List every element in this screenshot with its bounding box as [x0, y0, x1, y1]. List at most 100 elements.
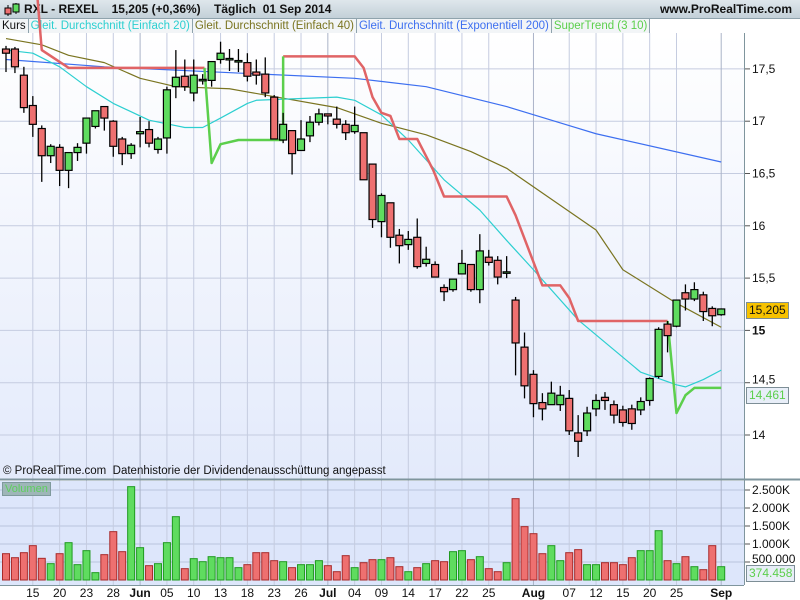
volume-bar[interactable] — [252, 552, 261, 581]
candle-body — [180, 75, 189, 88]
volume-bar[interactable] — [225, 557, 234, 581]
volume-bar[interactable] — [672, 563, 681, 581]
volume-bar[interactable] — [189, 558, 198, 581]
volume-label[interactable]: Volumen — [2, 482, 51, 496]
candle[interactable] — [368, 163, 377, 228]
volume-bar[interactable] — [323, 565, 332, 581]
volume-bar[interactable] — [279, 561, 288, 581]
candle[interactable] — [654, 327, 663, 379]
volume-bar[interactable] — [636, 550, 645, 581]
volume-bar[interactable] — [413, 567, 422, 581]
volume-bar[interactable] — [2, 553, 10, 581]
volume-bar[interactable] — [520, 526, 529, 581]
volume-bar[interactable] — [645, 550, 654, 581]
volume-bar[interactable] — [538, 553, 547, 581]
volume-bar[interactable] — [493, 571, 502, 581]
volume-bar[interactable] — [82, 550, 91, 581]
volume-bar[interactable] — [663, 560, 672, 581]
volume-bar[interactable] — [341, 555, 350, 581]
volume-bar[interactable] — [10, 557, 19, 581]
volume-bar[interactable] — [100, 554, 109, 581]
volume-bar[interactable] — [127, 486, 136, 581]
volume-bar[interactable] — [440, 561, 449, 581]
volume-bar[interactable] — [314, 560, 323, 581]
volume-bar[interactable] — [431, 560, 440, 581]
volume-bar[interactable] — [332, 571, 341, 581]
volume-bar[interactable] — [466, 559, 475, 581]
volume-bar[interactable] — [475, 556, 484, 581]
volume-bar[interactable] — [234, 567, 243, 581]
volume-bar[interactable] — [19, 552, 28, 581]
volume-bar[interactable] — [198, 561, 207, 581]
volume-bar[interactable] — [153, 563, 162, 581]
volume-bar[interactable] — [46, 563, 55, 581]
candle-body — [717, 308, 726, 316]
volume-bar[interactable] — [288, 567, 297, 581]
volume-bar[interactable] — [91, 572, 100, 581]
volume-bar[interactable] — [681, 556, 690, 581]
volume-bar[interactable] — [270, 560, 279, 581]
volume-bar[interactable] — [386, 557, 395, 581]
volume-bar[interactable] — [717, 566, 726, 581]
candle-body — [627, 408, 636, 425]
volume-bar[interactable] — [368, 559, 377, 581]
volume-bar[interactable] — [395, 566, 404, 581]
candle[interactable] — [717, 308, 726, 316]
candle-body — [91, 110, 100, 128]
volume-bar[interactable] — [305, 564, 314, 581]
volume-bar[interactable] — [359, 562, 368, 581]
candle[interactable] — [466, 263, 475, 292]
volume-bar[interactable] — [627, 557, 636, 581]
volume-bar[interactable] — [55, 553, 64, 581]
volume-bar[interactable] — [145, 565, 154, 581]
candle[interactable] — [270, 95, 279, 140]
price-chart[interactable]: 17,5 17 16,5 16 15,5 15 14,5 14 2.500K 2.000K 1.50… — [0, 0, 800, 600]
volume-bar[interactable] — [609, 562, 618, 581]
volume-bar[interactable] — [243, 564, 252, 581]
date-axis-label: 23 — [80, 586, 94, 600]
candle[interactable] — [672, 299, 681, 328]
volume-bar[interactable] — [654, 530, 663, 581]
candle-body — [55, 146, 64, 171]
volume-bar[interactable] — [708, 545, 717, 581]
volume-bar[interactable] — [699, 569, 708, 581]
volume-bar[interactable] — [162, 542, 171, 581]
volume-bar[interactable] — [600, 562, 609, 581]
candle[interactable] — [359, 132, 368, 181]
volume-bar[interactable] — [690, 566, 699, 581]
volume-bar[interactable] — [261, 552, 270, 581]
volume-bar[interactable] — [583, 564, 592, 581]
volume-bar[interactable] — [592, 564, 601, 581]
volume-bar[interactable] — [37, 557, 46, 581]
volume-bar[interactable] — [118, 551, 127, 581]
volume-bar[interactable] — [457, 550, 466, 581]
volume-bar[interactable] — [449, 551, 457, 581]
volume-bar[interactable] — [565, 552, 574, 581]
volume-bar[interactable] — [574, 549, 583, 581]
volume-bar[interactable] — [529, 533, 538, 581]
volume-axis-label: 1.000K — [752, 537, 790, 551]
volume-bar[interactable] — [350, 567, 359, 581]
volume-bar[interactable] — [64, 542, 73, 581]
volume-bar[interactable] — [404, 571, 413, 581]
volume-bar[interactable] — [502, 562, 511, 581]
volume-bar[interactable] — [377, 559, 386, 581]
volume-bar[interactable] — [511, 498, 520, 581]
candle-body — [28, 104, 37, 125]
volume-bar[interactable] — [484, 568, 493, 581]
volume-bar[interactable] — [207, 556, 216, 581]
volume-bar[interactable] — [136, 547, 145, 581]
volume-bar[interactable] — [109, 531, 118, 581]
volume-bar[interactable] — [28, 545, 37, 581]
candle[interactable] — [448, 278, 458, 292]
volume-bar[interactable] — [171, 516, 180, 581]
volume-bar[interactable] — [73, 564, 82, 581]
candle[interactable] — [91, 110, 100, 129]
volume-bar[interactable] — [618, 564, 627, 581]
volume-bar[interactable] — [216, 557, 225, 581]
volume-bar[interactable] — [556, 560, 565, 581]
volume-bar[interactable] — [422, 563, 431, 581]
volume-bar[interactable] — [297, 564, 306, 581]
volume-bar[interactable] — [547, 545, 556, 581]
volume-bar[interactable] — [180, 568, 189, 581]
